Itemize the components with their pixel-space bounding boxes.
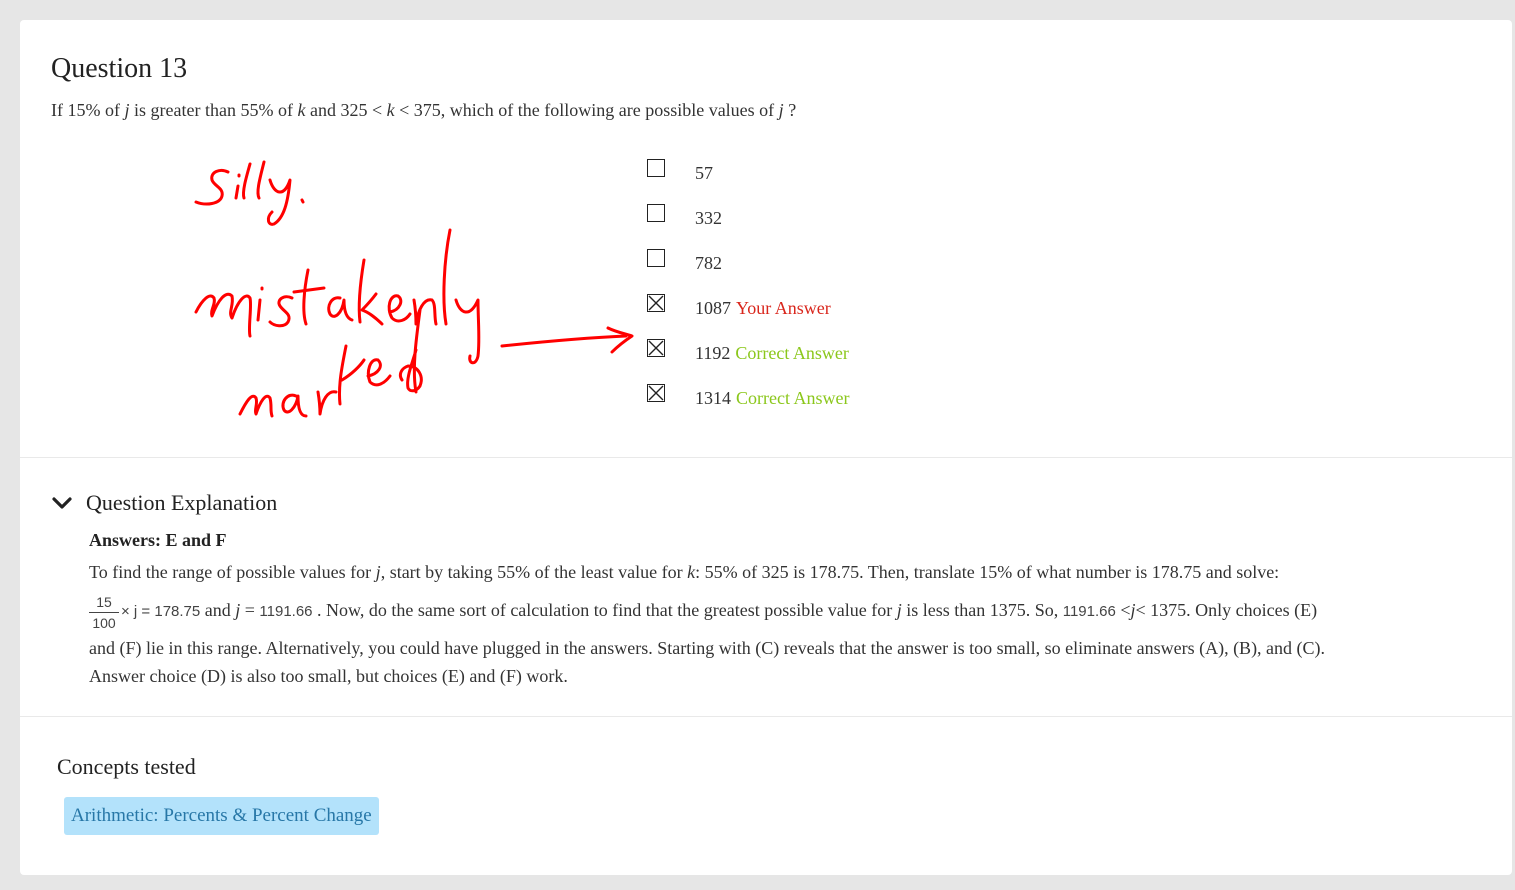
stem-text: < 375, which of the following are possib… — [394, 100, 779, 120]
stem-text: If 15% of — [51, 100, 125, 120]
choice-value: 1087 — [695, 298, 731, 318]
stem-text: and 325 < — [305, 100, 387, 120]
choice-label: 1192 Correct Answer — [695, 343, 849, 364]
choice-label: 1087 Your Answer — [695, 298, 831, 319]
choice-value: 332 — [695, 208, 722, 228]
math-value: 1191.66 — [259, 603, 313, 620]
stem-text: ? — [783, 100, 797, 120]
handwritten-annotation — [194, 160, 634, 418]
concept-tag[interactable]: Arithmetic: Percents & Percent Change — [64, 797, 379, 835]
choice-value: 782 — [695, 253, 722, 273]
math-value: 1191.66 — [1062, 603, 1116, 620]
choice-value: 1192 — [695, 343, 731, 363]
your-answer-tag: Your Answer — [736, 298, 831, 318]
answers-summary: Answers: E and F — [89, 530, 227, 550]
stem-var: k — [386, 100, 395, 120]
choice-value: 1314 — [695, 388, 731, 408]
concepts-tested-heading: Concepts tested — [57, 754, 196, 779]
explanation-body: To find the range of possible values for… — [89, 558, 1489, 690]
choice-label: 332 — [695, 208, 722, 229]
question-stem: If 15% of j is greater than 55% of k and… — [51, 100, 796, 121]
choice-label: 57 — [695, 163, 713, 184]
choice-label: 1314 Correct Answer — [695, 388, 849, 409]
fraction: 15 100 — [89, 594, 119, 631]
question-card: Question 13 If 15% of j is greater than … — [20, 20, 1512, 875]
choice-label: 782 — [695, 253, 722, 274]
question-title: Question 13 — [51, 53, 188, 84]
explanation-line-4: Answer choice (D) is also too small, but… — [89, 666, 568, 686]
chevron-down-icon — [52, 497, 72, 509]
checked-checkbox-icon[interactable] — [647, 384, 665, 402]
fraction-numerator: 15 — [96, 594, 112, 610]
checked-checkbox-icon[interactable] — [647, 294, 665, 312]
checked-checkbox-icon[interactable] — [647, 339, 665, 357]
correct-answer-tag: Correct Answer — [735, 343, 849, 363]
divider — [20, 716, 1512, 717]
explanation-line-3: and (F) lie in this range. Alternatively… — [89, 638, 1326, 658]
explanation-toggle-label: Question Explanation — [86, 490, 278, 515]
fraction-denominator: 100 — [92, 615, 116, 631]
checkbox-icon[interactable] — [647, 249, 665, 267]
stem-text: is greater than 55% of — [129, 100, 298, 120]
math-expression: × j = 178.75 — [121, 603, 201, 620]
choice-value: 57 — [695, 163, 713, 183]
correct-answer-tag: Correct Answer — [736, 388, 850, 408]
question-explanation-toggle[interactable]: Question Explanation — [51, 490, 277, 516]
explanation-line-2: 15 100 × j = 178.75 and j = 1191.66 . No… — [89, 586, 1489, 634]
checkbox-icon[interactable] — [647, 159, 665, 177]
checkbox-icon[interactable] — [647, 204, 665, 222]
explanation-line-1: To find the range of possible values for… — [89, 562, 1280, 582]
divider — [20, 457, 1512, 458]
